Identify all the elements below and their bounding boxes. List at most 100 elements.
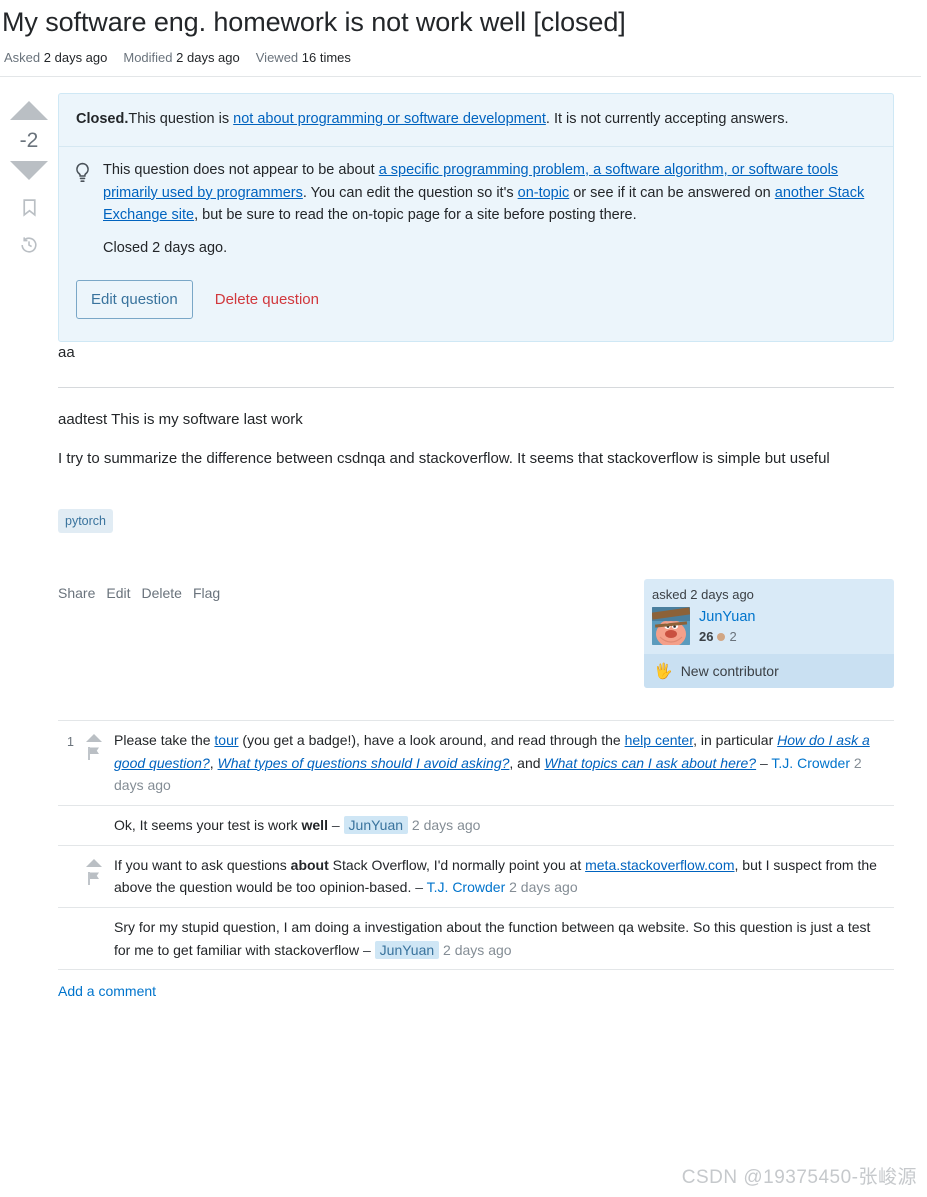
comment-row: Ok, It seems your test is work well – Ju… — [58, 806, 894, 846]
comment-emphasis: well — [301, 817, 328, 834]
reason-text-3: or see if it can be answered on — [569, 184, 775, 201]
comment-text-run: , — [209, 754, 218, 771]
comment-link[interactable]: meta.stackoverflow.com — [585, 857, 734, 873]
closed-notice-text-block: This question does not appear to be abou… — [103, 159, 876, 256]
comment-author-link[interactable]: T.J. Crowder — [427, 879, 506, 895]
comment-link[interactable]: tour — [214, 732, 238, 748]
upvote-arrow-icon[interactable] — [10, 101, 48, 121]
question-content: Closed.This question is not about progra… — [58, 93, 921, 999]
comment-text-run: , and — [509, 754, 545, 771]
bookmark-icon[interactable] — [20, 198, 39, 218]
comment-separator: – — [756, 754, 772, 771]
comment-text-run: Ok, It seems your test is work — [114, 817, 302, 834]
comment-separator: – — [359, 941, 375, 958]
comment-author-link-op[interactable]: JunYuan — [343, 816, 409, 835]
user-card-identity: JunYuan 26 2 — [652, 607, 886, 646]
comment-timestamp: 2 days ago — [505, 879, 578, 896]
user-card-username[interactable]: JunYuan — [699, 608, 755, 626]
comment-text: Ok, It seems your test is work well – Ju… — [114, 814, 894, 837]
new-contributor-banner: 🖐 New contributor — [644, 654, 894, 689]
comment-text-run: (you get a badge!), have a look around, … — [238, 732, 625, 749]
post-body: aa aadtest This is my software last work… — [58, 342, 894, 469]
user-card-reputation: 26 2 — [699, 629, 755, 644]
share-link[interactable]: Share — [58, 585, 95, 601]
history-clock-icon[interactable] — [19, 235, 39, 255]
closed-label: Closed. — [76, 111, 129, 128]
reputation-value: 26 — [699, 629, 714, 645]
comment-upvote-arrow-icon[interactable] — [86, 858, 102, 867]
meta-modified: Modified 2 days ago — [123, 50, 239, 65]
comment-flag-icon[interactable] — [87, 871, 101, 886]
tag-list: pytorch — [58, 508, 894, 534]
comment-link[interactable]: What topics can I ask about here? — [544, 755, 756, 771]
closed-notice-actions: Edit question Delete question — [59, 264, 893, 341]
meta-viewed: Viewed 16 times — [256, 50, 351, 65]
reason-text-2: . You can edit the question so it's — [302, 184, 518, 201]
question-meta-bar: Asked 2 days ago Modified 2 days ago Vie… — [0, 50, 921, 78]
comment-icons — [74, 854, 114, 886]
comment-list: 1 Please take the tour (you get a badge!)… — [58, 720, 894, 971]
page-title: My software eng. homework is not work we… — [2, 7, 626, 37]
add-comment-row: Add a comment — [58, 970, 894, 999]
meta-asked-value: 2 days ago — [43, 50, 108, 66]
closed-reason-link[interactable]: not about programming or software develo… — [233, 111, 546, 127]
meta-asked: Asked 2 days ago — [4, 50, 107, 65]
comment-link[interactable]: help center — [625, 732, 694, 748]
edit-question-button[interactable]: Edit question — [76, 280, 193, 320]
comment-timestamp: 2 days ago — [408, 817, 481, 834]
downvote-arrow-icon[interactable] — [10, 161, 48, 181]
edit-link[interactable]: Edit — [106, 585, 130, 601]
post-intro: aa — [58, 344, 75, 362]
closed-notice-summary: Closed.This question is not about progra… — [59, 94, 893, 147]
lightbulb-icon — [73, 159, 92, 256]
bronze-badge-icon — [717, 632, 726, 641]
comment-icons — [74, 916, 114, 921]
reason-text-4: , but be sure to read the on-topic page … — [194, 207, 637, 224]
comment-text: Please take the tour (you get a badge!),… — [114, 729, 894, 797]
closed-text-2: . It is not currently accepting answers. — [545, 111, 789, 128]
meta-asked-key: Asked — [4, 50, 41, 66]
vote-sidebar: -2 — [0, 93, 58, 999]
post-paragraph-1: aadtest This is my software last work — [58, 411, 303, 429]
question-page: My software eng. homework is not work we… — [0, 0, 927, 999]
post-paragraph-2: I try to summarize the difference betwee… — [58, 449, 830, 467]
user-card-action-time: asked 2 days ago — [652, 587, 754, 603]
comment-emphasis: about — [290, 856, 329, 873]
comment-row: 1 Please take the tour (you get a badge!)… — [58, 721, 894, 807]
comment-separator: – — [411, 879, 427, 896]
comment-separator: – — [327, 817, 344, 834]
comment-score — [58, 916, 74, 919]
comment-timestamp: 2 days ago — [439, 941, 512, 958]
comment-score — [58, 814, 74, 817]
comment-flag-icon[interactable] — [87, 746, 101, 761]
question-header: My software eng. homework is not work we… — [0, 0, 921, 78]
comment-icons — [74, 814, 114, 819]
waving-hand-icon: 🖐 — [654, 662, 673, 680]
closed-notice: Closed.This question is not about progra… — [58, 93, 894, 343]
meta-viewed-key: Viewed — [255, 50, 299, 66]
comment-row: Sry for my stupid question, I am doing a… — [58, 908, 894, 971]
asker-user-card: asked 2 days ago JunYuan 26 2 🖐 New cont… — [644, 579, 894, 689]
avatar[interactable] — [652, 607, 690, 646]
delete-link[interactable]: Delete — [141, 585, 181, 601]
comment-text-run: Please take the — [114, 732, 215, 749]
comment-author-link[interactable]: T.J. Crowder — [771, 755, 850, 771]
comment-score — [58, 854, 74, 857]
comment-author-link-op[interactable]: JunYuan — [374, 940, 440, 959]
reason-link-on-topic[interactable]: on-topic — [518, 185, 570, 201]
flag-link[interactable]: Flag — [193, 585, 220, 601]
comment-link[interactable]: What types of questions should I avoid a… — [218, 755, 510, 771]
question-body-wrapper: -2 Closed.This question is not about pro… — [0, 77, 921, 999]
closed-timestamp: Closed 2 days ago. — [103, 240, 228, 257]
reason-text-1: This question does not appear to be abou… — [103, 161, 379, 178]
user-card-names: JunYuan 26 2 — [699, 607, 755, 644]
meta-modified-value: 2 days ago — [176, 50, 240, 66]
comment-score: 1 — [67, 735, 74, 750]
comment-upvote-arrow-icon[interactable] — [86, 734, 102, 743]
closed-text-1: This question is — [128, 111, 234, 128]
comment-text: Sry for my stupid question, I am doing a… — [114, 916, 894, 961]
tag-pytorch[interactable]: pytorch — [58, 508, 113, 534]
comment-text: If you want to ask questions about Stack… — [114, 854, 894, 899]
delete-question-button[interactable]: Delete question — [205, 281, 329, 318]
add-comment-link[interactable]: Add a comment — [58, 983, 156, 999]
